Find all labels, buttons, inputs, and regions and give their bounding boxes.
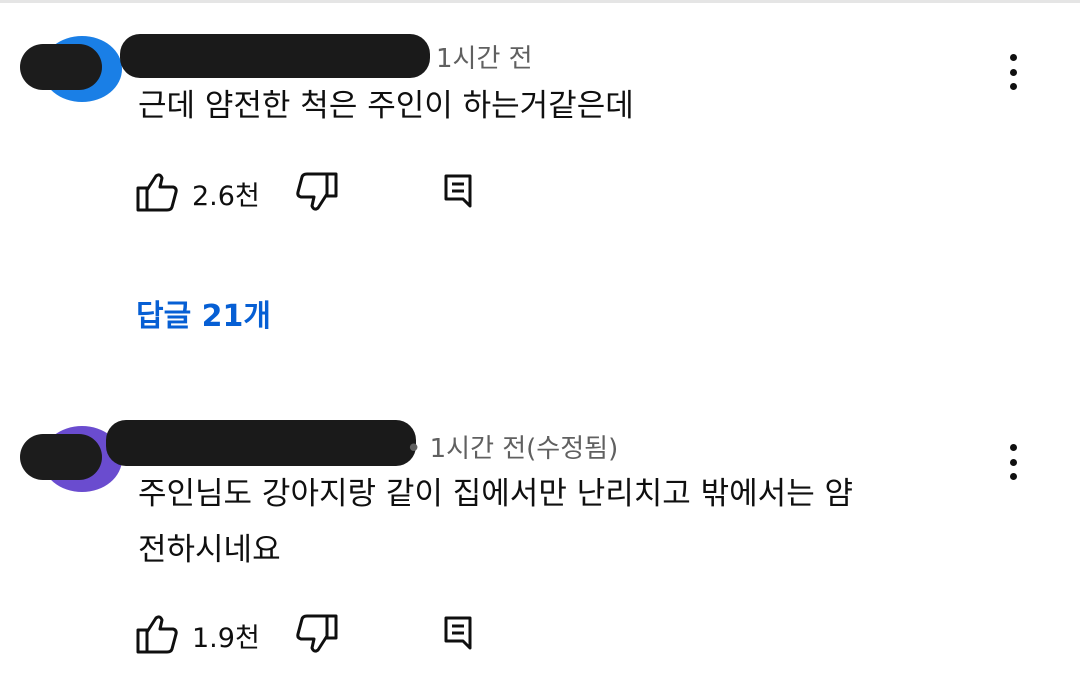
like-count: 1.9천 (192, 623, 260, 654)
avatar[interactable] (20, 426, 122, 492)
reply-button[interactable] (438, 612, 478, 656)
dislike-button[interactable] (294, 612, 340, 656)
avatar-redaction (20, 434, 102, 480)
comment-2: • 1시간 전(수정됨) 주인님도 강아지랑 같이 집에서만 난리치고 밖에서는… (0, 0, 1080, 691)
thumbs-up-icon (136, 615, 178, 654)
thumbs-down-icon (296, 614, 338, 653)
comment-timestamp: • 1시간 전(수정됨) (406, 434, 619, 464)
reply-comment-icon (444, 616, 472, 650)
comment-text: 주인님도 강아지랑 같이 집에서만 난리치고 밖에서는 얌전하시네요 (138, 476, 854, 568)
like-button[interactable] (134, 612, 180, 656)
author-name-redacted[interactable] (106, 420, 416, 466)
more-vertical-icon (1009, 444, 1017, 451)
more-options-button[interactable] (998, 442, 1028, 482)
comment-actions: 1.9천 (134, 612, 494, 656)
